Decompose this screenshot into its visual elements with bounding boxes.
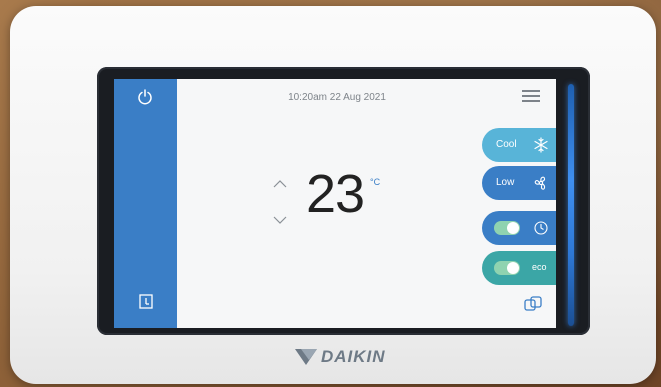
thermostat-device: 10:20am 22 Aug 2021 23 °C Cool Low eco D… bbox=[10, 6, 656, 384]
temperature-up-arrow[interactable] bbox=[272, 179, 288, 189]
eco-switch[interactable] bbox=[494, 261, 520, 275]
eco-label: eco bbox=[532, 262, 547, 272]
status-light-bar bbox=[568, 84, 574, 326]
snowflake-icon bbox=[534, 137, 548, 153]
fan-speed-button[interactable]: Low bbox=[482, 166, 556, 200]
fan-speed-label: Low bbox=[496, 177, 515, 188]
datetime: 10:20am 22 Aug 2021 bbox=[288, 92, 386, 103]
touch-screen: 10:20am 22 Aug 2021 23 °C Cool Low eco bbox=[114, 79, 556, 328]
overlap-squares-icon[interactable] bbox=[523, 295, 543, 313]
brand-logo: DAIKIN bbox=[295, 346, 386, 368]
exit-icon[interactable] bbox=[139, 294, 153, 309]
temperature-down-arrow[interactable] bbox=[272, 215, 288, 225]
sidebar bbox=[114, 79, 177, 328]
mode-button[interactable]: Cool bbox=[482, 128, 556, 162]
daikin-logo-icon bbox=[295, 349, 317, 365]
clock-icon bbox=[534, 221, 548, 235]
temperature-value: 23 bbox=[306, 164, 365, 224]
eco-toggle[interactable]: eco bbox=[482, 251, 556, 285]
temperature-unit: °C bbox=[370, 177, 381, 187]
timer-switch[interactable] bbox=[494, 221, 520, 235]
power-icon[interactable] bbox=[137, 89, 153, 105]
timer-toggle[interactable] bbox=[482, 211, 556, 245]
menu-icon[interactable] bbox=[522, 90, 540, 104]
mode-label: Cool bbox=[496, 139, 517, 150]
brand-name: DAIKIN bbox=[321, 347, 386, 366]
fan-icon bbox=[534, 176, 546, 190]
